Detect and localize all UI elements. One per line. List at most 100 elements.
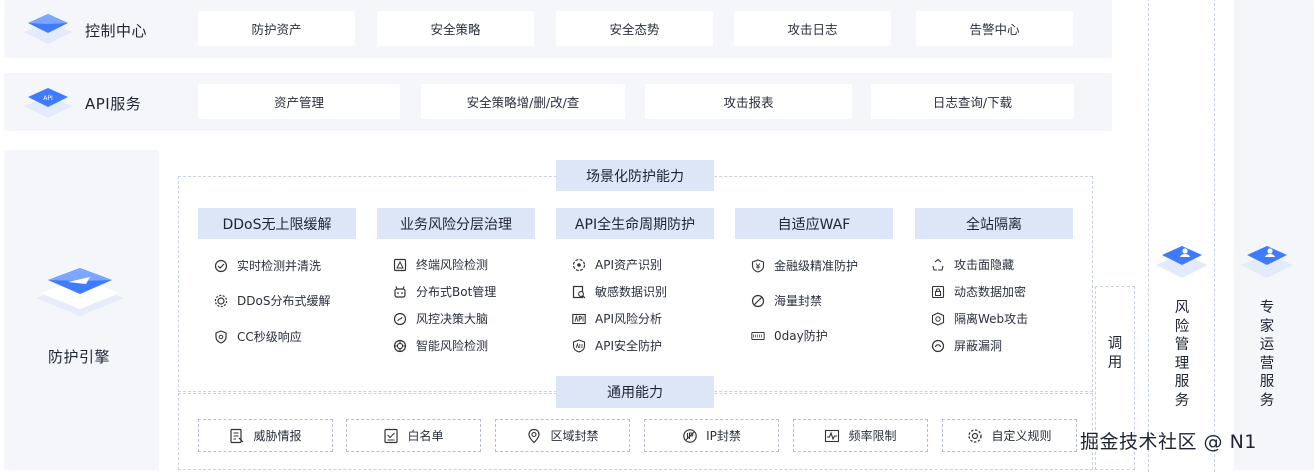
api-service-label: API服务 [85,95,142,113]
intel-icon [229,428,245,444]
control-center-item-posture[interactable]: 安全态势 [556,11,713,46]
item-label: 金融级精准防护 [774,259,859,273]
list-item: 动态数据加密 [931,283,1026,300]
control-center-item-attack-log[interactable]: 攻击日志 [734,11,891,46]
common-item-threat-intel[interactable]: 威胁情报 [198,419,333,452]
col-risk-title: 业务风险分层治理 [377,208,535,239]
engine-label: 防护引擎 [48,348,111,366]
item-label: 攻击面隐藏 [954,258,1015,272]
item-label: 0day防护 [774,329,828,343]
list-item: 分布式Bot管理 [393,283,496,300]
item-label: 智能风险检测 [416,339,489,353]
list-item: CC秒级响应 [214,328,302,345]
common-item-ip-block[interactable]: IP封禁 [644,419,779,452]
api-shield-icon [572,338,586,353]
item-label: CC秒级响应 [237,330,302,344]
list-item: 风控决策大脑 [393,310,488,327]
custom-rule-icon [967,428,983,444]
risk-service-label: 风险管理服务 [1174,300,1190,409]
item-label: 屏蔽漏洞 [954,339,1003,353]
item-label: DDoS分布式缓解 [237,294,331,308]
list-item: 海量封禁 [751,292,822,309]
item-label: API资产识别 [595,258,662,272]
list-item: API风险分析 [572,310,662,327]
common-item-whitelist[interactable]: 白名单 [346,419,481,452]
item-label: 敏感数据识别 [595,285,668,299]
col-api: API资产识别 敏感数据识别 API风险分析 API安全防护 [556,239,714,363]
list-item: 攻击面隐藏 [931,256,1014,273]
api-item-asset-mgmt[interactable]: 资产管理 [198,84,400,119]
lock-doc-icon [931,285,945,299]
col-risk: 终端风险检测 分布式Bot管理 风控决策大脑 智能风险检测 [377,239,535,363]
control-center-cube-icon [24,14,72,44]
api-item-log-query[interactable]: 日志查询/下载 [871,84,1074,119]
col-waf: 金融级精准防护 海量封禁 0day防护 [735,239,893,363]
expert-service-cube-icon [1241,246,1293,278]
item-label: 实时检测并清洗 [237,259,322,273]
gear-icon [214,294,228,308]
col-waf-title: 自适应WAF [735,208,893,239]
api-cube-text: API [43,95,53,102]
col-isolation: 攻击面隐藏 动态数据加密 隔离Web攻击 屏蔽漏洞 [915,239,1073,363]
col-isolation-title: 全站隔离 [915,208,1073,239]
col-ddos-title: DDoS无上限缓解 [198,208,356,239]
item-label: 风控决策大脑 [416,312,489,326]
smart-detect-icon [393,339,407,353]
common-item-label: 威胁情报 [253,429,302,443]
common-item-label: IP封禁 [706,429,741,443]
patch-icon [931,339,945,353]
watermark: 掘金技术社区 @ N1 [1080,431,1257,453]
list-item: 金融级精准防护 [751,257,858,274]
list-item: 敏感数据识别 [572,283,667,300]
data-scan-icon [572,285,586,299]
api-item-attack-report[interactable]: 攻击报表 [645,84,852,119]
finance-shield-icon [751,258,765,273]
control-center-item-assets[interactable]: 防护资产 [198,11,355,46]
common-item-label: 自定义规则 [991,429,1052,443]
list-item: DDoS分布式缓解 [214,292,330,309]
risk-service-cube-icon [1156,246,1208,278]
control-center-item-alerts[interactable]: 告警中心 [916,11,1073,46]
control-center-item-policy[interactable]: 安全策略 [377,11,534,46]
ban-icon [751,294,765,308]
brain-icon [393,312,407,326]
engine-cube-icon [36,268,124,316]
item-label: API风险分析 [595,312,662,326]
api-asset-icon [572,258,586,272]
common-item-label: 区域封禁 [550,429,599,443]
common-item-custom-rule[interactable]: 自定义规则 [942,419,1077,452]
common-item-label: 频率限制 [848,429,897,443]
shield-icon [214,329,228,344]
api-cube-icon: API [24,88,72,118]
api-box-icon [572,312,586,326]
scenario-title: 场景化防护能力 [556,160,714,191]
recycle-icon [931,258,945,272]
ip-icon [682,428,698,444]
monitor-check-icon [214,259,228,273]
list-item: API安全防护 [572,337,662,354]
api-item-policy-crud[interactable]: 安全策略增/删/改/查 [421,84,625,119]
list-item: 0day防护 [751,327,828,344]
expert-service-label: 专家运营服务 [1259,300,1275,409]
col-api-title: API全生命周期防护 [556,208,714,239]
item-label: 海量封禁 [774,294,823,308]
warning-terminal-icon [393,258,407,272]
rate-icon [824,428,840,444]
list-item: 实时检测并清洗 [214,257,321,274]
list-item: 屏蔽漏洞 [931,337,1002,354]
item-label: 终端风险检测 [416,258,489,272]
list-item: 隔离Web攻击 [931,310,1028,327]
item-label: 隔离Web攻击 [954,312,1029,326]
list-item: 终端风险检测 [393,256,488,273]
list-item: API资产识别 [572,256,662,273]
zero-day-icon [751,329,765,343]
list-item: 智能风险检测 [393,337,488,354]
whitelist-icon [383,428,399,444]
item-label: 动态数据加密 [954,285,1027,299]
common-item-region-block[interactable]: 区域封禁 [495,419,630,452]
common-item-rate-limit[interactable]: 频率限制 [793,419,928,452]
col-ddos: 实时检测并清洗 DDoS分布式缓解 CC秒级响应 [198,239,356,363]
item-label: 分布式Bot管理 [416,285,497,299]
common-item-label: 白名单 [407,429,444,443]
bot-icon [393,285,407,299]
